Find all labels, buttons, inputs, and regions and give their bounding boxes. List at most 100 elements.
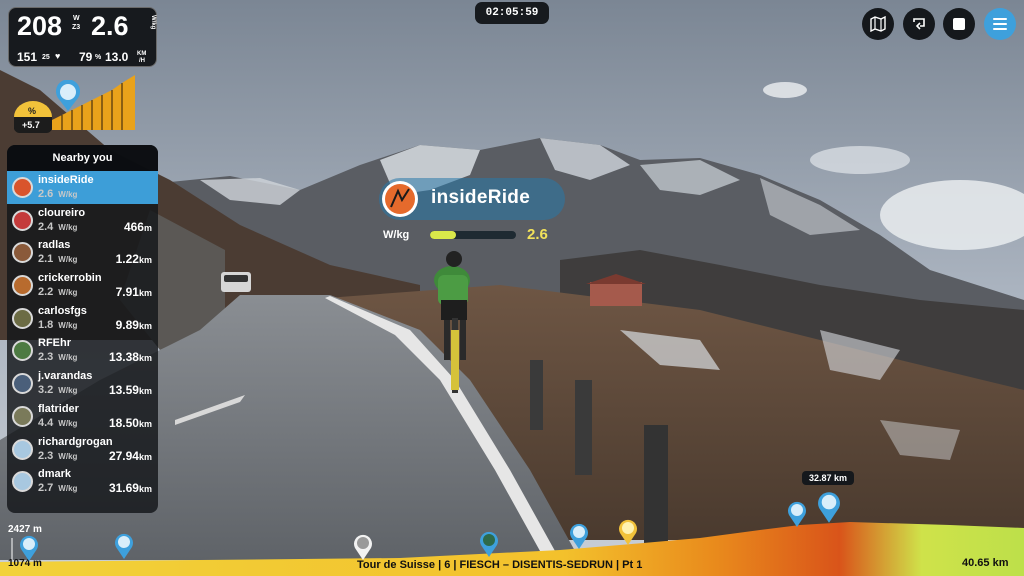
nearby-rider-row[interactable]: radlas 2.1 W/kg 1.22km — [7, 236, 158, 269]
gradient-value: +5.7 — [22, 120, 40, 130]
rider-wkg-unit: W/kg — [58, 418, 78, 428]
rider-avatar — [12, 275, 33, 297]
power-unit: W — [73, 15, 80, 22]
rider-wkg: 3.2 W/kg — [38, 384, 78, 397]
rider-wkg-unit: W/kg — [58, 320, 78, 330]
current-rider-name: insideRide — [431, 187, 531, 208]
gradient-badge: % +5.7 — [14, 101, 52, 133]
current-rider-banner: insideRide — [379, 178, 565, 220]
rider-wkg-unit: W/kg — [58, 288, 78, 298]
speed-value: 13.0 — [105, 50, 129, 64]
rider-distance: 13.59km — [108, 383, 152, 398]
rider-pin[interactable] — [478, 530, 500, 558]
swap-view-button[interactable] — [903, 8, 935, 40]
rider-name: flatrider — [38, 402, 79, 415]
nearby-rider-row[interactable]: RFEhr 2.3 W/kg 13.38km — [7, 334, 158, 367]
rider-wkg: 2.3 W/kg — [38, 351, 78, 364]
map-button[interactable] — [862, 8, 894, 40]
nearby-rider-row[interactable]: cloureiro 2.4 W/kg 466m — [7, 204, 158, 237]
total-distance: 40.65 km — [962, 557, 1009, 569]
rider-name: carlosfgs — [38, 304, 87, 317]
rider-pin[interactable] — [617, 518, 639, 546]
stop-button[interactable] — [943, 8, 975, 40]
rider-avatar — [12, 438, 33, 460]
rider-avatar — [12, 373, 33, 395]
cadence-value: 151 — [17, 50, 38, 64]
menu-icon — [993, 18, 1007, 30]
nearby-rider-row[interactable]: carlosfgs 1.8 W/kg 9.89km — [7, 302, 158, 335]
rider-name: crickerrobin — [38, 272, 102, 285]
wkg-unit: W/kg — [150, 15, 156, 30]
rider-avatar — [12, 307, 33, 329]
hr-value: 79 — [79, 50, 93, 64]
rider-avatar — [382, 181, 418, 217]
current-wkg-value: 2.6 — [527, 226, 548, 243]
rider-wkg: 2.2 W/kg — [38, 286, 78, 299]
current-wkg-fill — [430, 231, 456, 239]
current-wkg-bar — [430, 231, 516, 239]
rider-pin[interactable] — [786, 500, 808, 528]
power-value: 208 — [17, 11, 63, 41]
rider-avatar — [12, 405, 33, 427]
rider-wkg: 1.8 W/kg — [38, 318, 78, 331]
zone-label: Z3 — [72, 24, 81, 31]
rider-distance: 18.50km — [108, 415, 152, 430]
map-icon — [870, 16, 886, 32]
current-wkg-label: W/kg — [383, 229, 410, 241]
rider-name: dmark — [38, 468, 72, 481]
rider-name: RFEhr — [38, 337, 71, 350]
rider-pin[interactable] — [113, 532, 135, 560]
rider-name: radlas — [38, 239, 71, 252]
rider-wkg: 2.7 W/kg — [38, 482, 78, 495]
nearby-title: Nearby you — [7, 145, 158, 171]
rider-name: insideRide — [38, 174, 94, 186]
rider-distance: 7.91km — [115, 285, 152, 300]
rider-name: richardgrogan — [38, 435, 113, 448]
rider-wkg: 2.6 W/kg — [38, 188, 78, 200]
cadence-unit: 25 — [42, 54, 50, 61]
rider-distance: 13.38km — [108, 350, 152, 365]
rider-distance: 31.69km — [108, 481, 152, 496]
rider-wkg-unit: W/kg — [58, 222, 78, 232]
rider-distance: 1.22km — [115, 252, 152, 267]
speed-unit-bottom: /H — [139, 58, 145, 64]
rider-distance: 9.89km — [115, 317, 152, 332]
rider-name: cloureiro — [38, 206, 86, 219]
rider-distance: 466m — [123, 219, 152, 234]
rider-distance: 27.94km — [108, 448, 152, 463]
rider-name: j.varandas — [38, 370, 93, 383]
rider-pin[interactable] — [18, 534, 40, 562]
nearby-rider-row[interactable]: crickerrobin 2.2 W/kg 7.91km — [7, 269, 158, 302]
nearby-rider-row[interactable]: dmark 2.7 W/kg 31.69km — [7, 465, 158, 498]
rider-wkg: 2.1 W/kg — [38, 253, 78, 266]
rider-wkg: 2.3 W/kg — [38, 449, 78, 462]
rider-wkg-unit: W/kg — [58, 386, 78, 396]
rider-wkg: 2.4 W/kg — [38, 220, 78, 233]
rider-wkg-unit: W/kg — [58, 255, 78, 265]
nearby-rider-row[interactable]: insideRide 2.6 W/kg — [7, 171, 158, 204]
rider-wkg: 4.4 W/kg — [38, 416, 78, 429]
rider-avatar — [12, 177, 33, 198]
menu-button[interactable] — [984, 8, 1016, 40]
rider-wkg-unit: W/kg — [58, 353, 78, 363]
rider-pin[interactable] — [815, 490, 843, 524]
rider-position-marker — [54, 79, 82, 112]
rider-wkg-unit: W/kg — [58, 451, 78, 461]
wkg-value: 2.6 — [91, 11, 129, 41]
stop-icon — [953, 18, 965, 30]
rider-pin[interactable] — [568, 522, 590, 550]
rider-avatar — [12, 242, 33, 264]
nearby-riders-panel: Nearby you insideRide 2.6 W/kg cloureiro 2.4… — [7, 145, 158, 513]
rider-avatar — [12, 340, 33, 362]
heart-icon: ♥ — [55, 51, 61, 61]
route-name: Tour de Suisse | 6 | FIESCH – DISENTIS-S… — [357, 559, 643, 571]
nearby-rider-row[interactable]: j.varandas 3.2 W/kg 13.59km — [7, 367, 158, 400]
rider-wkg-unit: W/kg — [58, 484, 78, 494]
rider-pin[interactable] — [352, 533, 374, 561]
gradient-unit: % — [28, 106, 37, 116]
ride-stats-panel: 208 W Z3 2.6 W/kg 151 25 ♥ 79 % 13.0 KM … — [8, 7, 157, 67]
rider-wkg-unit: W/kg — [58, 190, 78, 199]
nearby-rider-row[interactable]: flatrider 4.4 W/kg 18.50km — [7, 400, 158, 433]
nearby-rider-row[interactable]: richardgrogan 2.3 W/kg 27.94km — [7, 433, 158, 466]
hr-unit: % — [95, 54, 102, 61]
